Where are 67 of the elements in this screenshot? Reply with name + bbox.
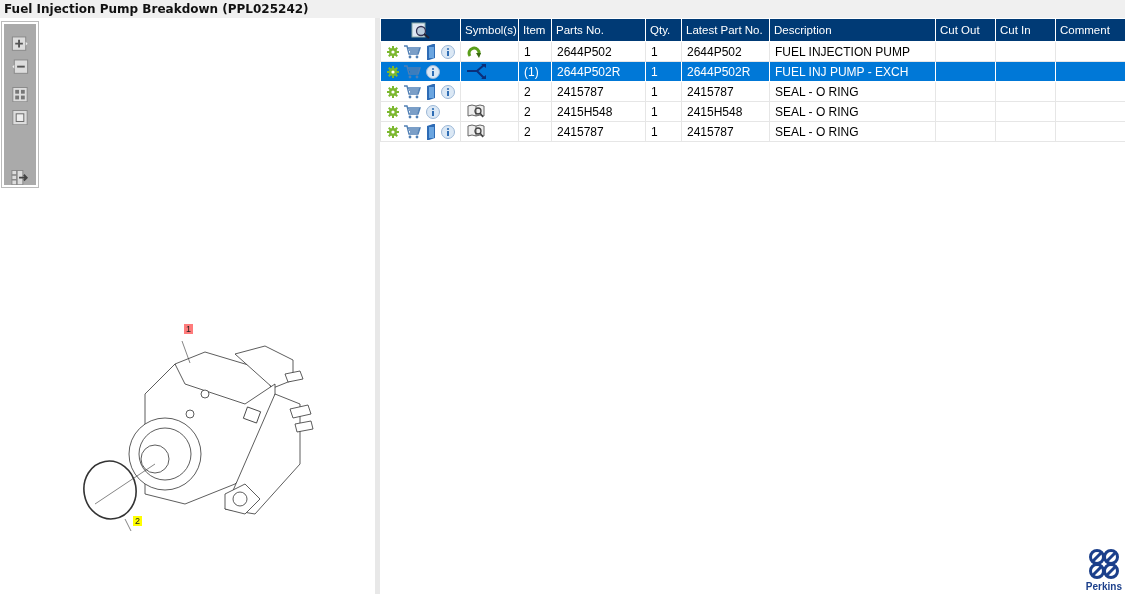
zoom-out-icon[interactable] bbox=[11, 59, 29, 75]
table-cell: SEAL - O RING bbox=[769, 101, 936, 122]
cart-icon[interactable] bbox=[404, 44, 421, 59]
column-header[interactable]: Description bbox=[769, 18, 936, 42]
cart-icon[interactable] bbox=[404, 84, 421, 99]
info-icon[interactable] bbox=[441, 44, 455, 59]
info-icon[interactable] bbox=[426, 104, 440, 119]
logo-icon bbox=[1087, 548, 1120, 580]
table-row[interactable]: 1 2644P502 1 2644P502 FUEL INJECTION PUMP bbox=[380, 41, 1125, 62]
table-cell: FUEL INJECTION PUMP bbox=[769, 41, 936, 62]
table-cell: (1) bbox=[518, 61, 552, 82]
column-header[interactable]: Qty. bbox=[645, 18, 682, 42]
list-arrow-icon[interactable] bbox=[11, 169, 29, 185]
zoom-in-icon[interactable] bbox=[11, 36, 29, 52]
table-row[interactable]: 2 2415H548 1 2415H548 SEAL - O RING bbox=[380, 101, 1125, 122]
table-row[interactable]: 2 2415787 1 2415787 SEAL - O RING bbox=[380, 121, 1125, 142]
cart-icon[interactable] bbox=[404, 124, 421, 139]
column-header[interactable]: Item bbox=[518, 18, 552, 42]
table-cell: 1 bbox=[645, 61, 682, 82]
table-cell: 1 bbox=[518, 41, 552, 62]
table-cell: 1 bbox=[645, 81, 682, 102]
grid-icon[interactable] bbox=[12, 86, 28, 102]
table-cell: 2415787 bbox=[551, 81, 646, 102]
table-cell: SEAL - O RING bbox=[769, 81, 936, 102]
table-cell: 2415H548 bbox=[551, 101, 646, 122]
info-icon[interactable] bbox=[441, 84, 455, 99]
book-icon[interactable] bbox=[426, 43, 436, 60]
callout-label[interactable]: 1 bbox=[184, 324, 193, 334]
table-cell: FUEL INJ PUMP - EXCH bbox=[769, 61, 936, 82]
table-cell: 2644P502 bbox=[551, 41, 646, 62]
table-row[interactable]: 2 2415787 1 2415787 SEAL - O RING bbox=[380, 81, 1125, 102]
square-icon[interactable] bbox=[12, 109, 28, 126]
table-cell: 2644P502R bbox=[681, 61, 770, 82]
table-cell: 2415787 bbox=[551, 121, 646, 142]
gear-icon[interactable] bbox=[387, 65, 399, 78]
table-row[interactable]: (1) 2644P502R 1 2644P502R FUEL INJ PUMP - EXCH bbox=[380, 61, 1125, 82]
gear-icon[interactable] bbox=[387, 45, 399, 58]
table-cell: 2415787 bbox=[681, 81, 770, 102]
table-cell: 2644P502 bbox=[681, 41, 770, 62]
column-header[interactable]: Cut Out bbox=[935, 18, 996, 42]
gear-icon[interactable] bbox=[387, 85, 399, 98]
table-cell: 2 bbox=[518, 121, 552, 142]
info-icon[interactable] bbox=[426, 64, 440, 79]
column-header[interactable]: Comment bbox=[1055, 18, 1125, 42]
cart-icon[interactable] bbox=[404, 104, 421, 119]
table-cell: 1 bbox=[645, 101, 682, 122]
book-icon[interactable] bbox=[426, 83, 436, 100]
search-icon[interactable] bbox=[410, 21, 431, 39]
window-title: Fuel Injection Pump Breakdown (PPL025242) bbox=[3, 1, 310, 18]
info-icon[interactable] bbox=[441, 124, 455, 139]
callout-label[interactable]: 2 bbox=[133, 516, 142, 526]
table-cell: 2644P502R bbox=[551, 61, 646, 82]
table-cell: 2415H548 bbox=[681, 101, 770, 122]
gear-icon[interactable] bbox=[387, 125, 399, 138]
column-header[interactable]: Parts No. bbox=[551, 18, 646, 42]
table-cell: 2415787 bbox=[681, 121, 770, 142]
column-header[interactable]: Latest Part No. bbox=[681, 18, 770, 42]
table-cell: 2 bbox=[518, 81, 552, 102]
table-cell: 1 bbox=[645, 121, 682, 142]
table-cell: 2 bbox=[518, 101, 552, 122]
table-cell: 1 bbox=[645, 41, 682, 62]
gear-icon[interactable] bbox=[387, 105, 399, 118]
column-header[interactable]: Symbol(s) bbox=[460, 18, 519, 42]
table-cell: SEAL - O RING bbox=[769, 121, 936, 142]
book-icon[interactable] bbox=[426, 123, 436, 140]
column-header[interactable]: Cut In bbox=[995, 18, 1056, 42]
brand-name: Perkins bbox=[1085, 581, 1122, 592]
